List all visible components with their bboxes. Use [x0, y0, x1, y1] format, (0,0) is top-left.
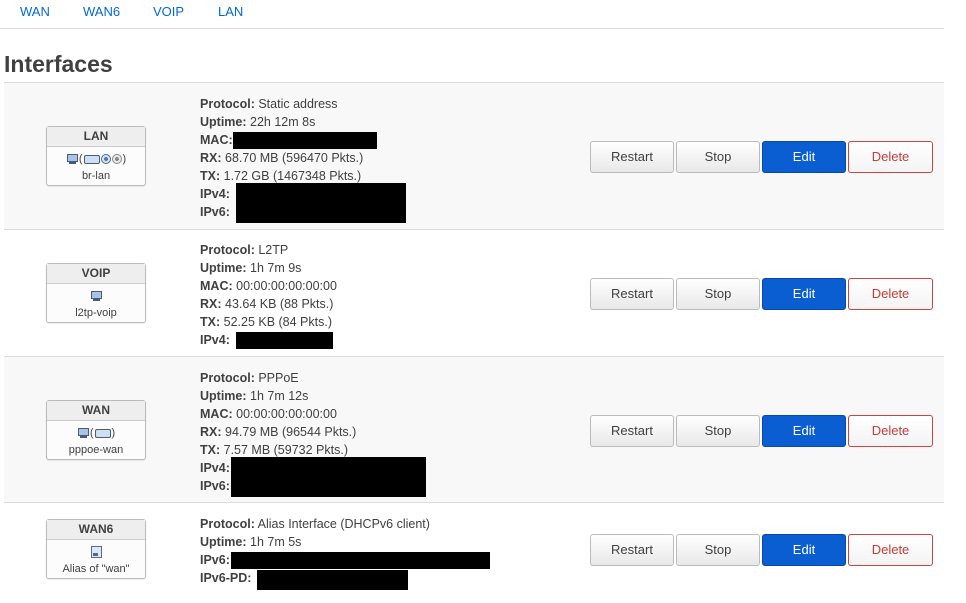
interface-icons: ( ): [47, 149, 145, 169]
detail-protocol: Protocol: Alias Interface (DHCPv6 client…: [200, 517, 430, 531]
wireless-disabled-icon: [111, 154, 122, 164]
stop-button[interactable]: Stop: [676, 278, 760, 310]
interface-details: Protocol: Alias Interface (DHCPv6 client…: [200, 515, 490, 590]
wireless-icon: [100, 154, 111, 164]
detail-protocol: Protocol: L2TP: [200, 243, 289, 257]
redacted-value: [231, 552, 490, 569]
interface-name: VOIP: [47, 264, 145, 284]
redacted-value: [257, 570, 408, 590]
interface-badge-lan: LAN ( ) br-lan: [46, 126, 146, 186]
interface-tabs: WAN WAN6 VOIP LAN: [0, 0, 944, 29]
detail-ipv4: IPv4:: [200, 331, 337, 349]
interface-name: LAN: [47, 127, 145, 147]
stop-button[interactable]: Stop: [676, 415, 760, 447]
interface-details: Protocol: PPPoE Uptime: 1h 7m 12s MAC: 0…: [200, 369, 426, 497]
dsl-connection-icon: [94, 428, 111, 438]
stop-button[interactable]: Stop: [676, 141, 760, 173]
restart-button[interactable]: Restart: [590, 415, 674, 447]
detail-rx: RX: 43.64 KB (88 Pkts.): [200, 297, 334, 311]
alias-icon: [90, 546, 102, 558]
interface-icons: [47, 286, 145, 306]
detail-uptime: Uptime: 1h 7m 9s: [200, 261, 302, 275]
ethernet-port-icon: [66, 153, 78, 165]
interface-device: pppoe-wan: [68, 444, 124, 456]
detail-uptime: Uptime: 1h 7m 12s: [200, 389, 309, 403]
interface-badge-wan6: WAN6 Alias of "wan": [46, 519, 146, 579]
detail-ipv6: IPv6:: [200, 205, 230, 219]
restart-button[interactable]: Restart: [590, 278, 674, 310]
interface-badge-wan: WAN ( ) pppoe-wan: [46, 400, 146, 460]
detail-mac: MAC: 00:00:00:00:00:00: [200, 279, 337, 293]
interface-device: Alias of "wan": [62, 563, 130, 575]
tunnel-icon: [90, 290, 102, 302]
detail-ipv4: IPv4:: [200, 183, 406, 223]
detail-tx: TX: 52.25 KB (84 Pkts.): [200, 315, 332, 329]
delete-button[interactable]: Delete: [848, 278, 933, 310]
interface-row-voip: VOIP l2tp-voip Protocol: L2TP Uptime: 1h…: [4, 229, 944, 356]
interface-row-lan: LAN ( ) br-lan Protocol: Static address …: [4, 82, 944, 229]
stop-button[interactable]: Stop: [676, 534, 760, 566]
redacted-value: [233, 132, 377, 149]
detail-mac: MAC:: [200, 131, 377, 149]
detail-uptime: Uptime: 1h 7m 5s: [200, 535, 302, 549]
detail-ipv6: IPv6:: [200, 479, 230, 493]
bridge-group-icon: [83, 154, 100, 164]
delete-button[interactable]: Delete: [848, 534, 933, 566]
interface-device: br-lan: [81, 170, 111, 182]
interface-details: Protocol: L2TP Uptime: 1h 7m 9s MAC: 00:…: [200, 241, 337, 349]
restart-button[interactable]: Restart: [590, 141, 674, 173]
edit-button[interactable]: Edit: [762, 278, 846, 310]
tab-wan[interactable]: WAN: [20, 4, 50, 19]
tunnel-icon: [77, 427, 89, 439]
detail-ipv6-pd: IPv6-PD:: [200, 569, 430, 590]
interface-icons: ( ): [47, 423, 145, 443]
edit-button[interactable]: Edit: [762, 534, 846, 566]
interface-badge-voip: VOIP l2tp-voip: [46, 263, 146, 323]
tab-voip[interactable]: VOIP: [153, 4, 184, 19]
detail-ipv6: IPv6:: [200, 551, 490, 569]
restart-button[interactable]: Restart: [590, 534, 674, 566]
detail-mac: MAC: 00:00:00:00:00:00: [200, 407, 337, 421]
interface-name: WAN6: [47, 520, 145, 540]
redacted-value: [236, 332, 333, 349]
page-title: Interfaces: [4, 51, 113, 77]
interface-row-wan: WAN ( ) pppoe-wan Protocol: PPPoE Uptime…: [4, 356, 944, 502]
detail-protocol: Protocol: Static address: [200, 97, 338, 111]
detail-rx: RX: 94.79 MB (96544 Pkts.): [200, 425, 357, 439]
detail-uptime: Uptime: 22h 12m 8s: [200, 115, 316, 129]
interface-name: WAN: [47, 401, 145, 421]
detail-rx: RX: 68.70 MB (596470 Pkts.): [200, 151, 364, 165]
detail-ipv4: IPv4:: [200, 457, 426, 497]
detail-protocol: Protocol: PPPoE: [200, 371, 299, 385]
delete-button[interactable]: Delete: [848, 415, 933, 447]
interface-details: Protocol: Static address Uptime: 22h 12m…: [200, 95, 406, 223]
edit-button[interactable]: Edit: [762, 141, 846, 173]
tab-wan6[interactable]: WAN6: [83, 4, 120, 19]
interface-device: l2tp-voip: [75, 307, 117, 319]
tab-lan[interactable]: LAN: [218, 4, 243, 19]
edit-button[interactable]: Edit: [762, 415, 846, 447]
interface-row-wan6: WAN6 Alias of "wan" Protocol: Alias Inte…: [4, 502, 944, 603]
interface-icons: [47, 542, 145, 562]
delete-button[interactable]: Delete: [848, 141, 933, 173]
